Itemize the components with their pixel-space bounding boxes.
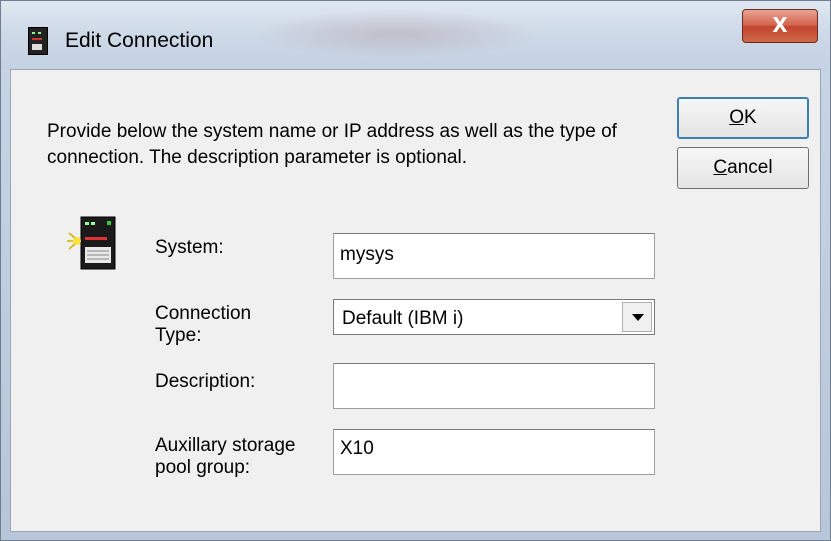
title-bar-background [251, 9, 541, 59]
server-connection-icon [67, 216, 116, 270]
description-label: Description: [155, 371, 256, 392]
connection-type-label: Connection Type: [155, 303, 252, 346]
cancel-button[interactable]: Cancel [677, 147, 809, 189]
close-button[interactable]: X [742, 9, 818, 43]
edit-connection-window: Edit Connection X Provide below the syst… [0, 0, 831, 541]
connection-type-select[interactable]: Default (IBM i) [333, 299, 655, 335]
asp-group-label: Auxillary storage pool group: [155, 435, 296, 478]
asp-group-value: X10 [340, 438, 374, 459]
chevron-down-icon[interactable] [622, 302, 652, 332]
title-bar[interactable]: Edit Connection X [1, 1, 830, 69]
description-input[interactable] [333, 363, 655, 409]
connection-type-value: Default (IBM i) [342, 308, 464, 329]
system-icon[interactable] [28, 27, 48, 55]
instructions-text: Provide below the system name or IP addr… [47, 121, 617, 168]
system-value: mysys [340, 244, 394, 265]
window-title: Edit Connection [65, 29, 214, 52]
asp-group-input[interactable]: X10 [333, 429, 655, 475]
ok-button[interactable]: OK [677, 97, 809, 139]
system-input[interactable]: mysys [333, 233, 655, 279]
system-label: System: [155, 237, 224, 258]
